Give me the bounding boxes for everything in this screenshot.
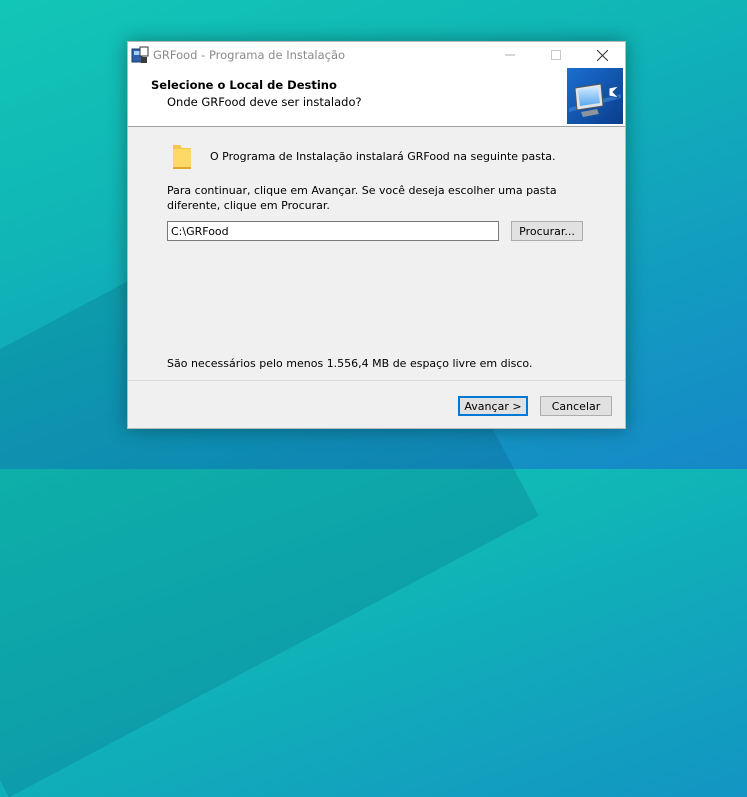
close-button[interactable] — [579, 42, 625, 68]
header-subtitle: Onde GRFood deve ser instalado? — [167, 95, 362, 109]
title-bar[interactable]: GRFood - Programa de Instalação — [128, 42, 625, 68]
install-folder-info: O Programa de Instalação instalará GRFoo… — [210, 150, 556, 163]
close-icon — [596, 49, 608, 61]
installer-window: GRFood - Programa de Instalação Selecion… — [127, 41, 626, 429]
disk-space-required: São necessários pelo menos 1.556,4 MB de… — [167, 357, 533, 370]
window-title: GRFood - Programa de Instalação — [153, 48, 346, 62]
continue-instruction: Para continuar, clique em Avançar. Se vo… — [167, 184, 557, 212]
next-button[interactable]: Avançar > — [458, 396, 528, 416]
minimize-button[interactable] — [487, 42, 533, 68]
maximize-icon — [551, 50, 561, 60]
minimize-icon — [505, 54, 515, 56]
maximize-button[interactable] — [533, 42, 579, 68]
wizard-header: Selecione o Local de Destino Onde GRFood… — [128, 68, 625, 127]
footer-divider — [128, 380, 625, 381]
folder-icon — [173, 145, 191, 169]
destination-path-input[interactable] — [167, 221, 499, 241]
header-title: Selecione o Local de Destino — [151, 78, 337, 92]
browse-button[interactable]: Procurar... — [511, 221, 583, 241]
wizard-computer-icon — [567, 68, 623, 124]
cancel-button[interactable]: Cancelar — [540, 396, 612, 416]
setup-app-icon — [131, 46, 149, 63]
